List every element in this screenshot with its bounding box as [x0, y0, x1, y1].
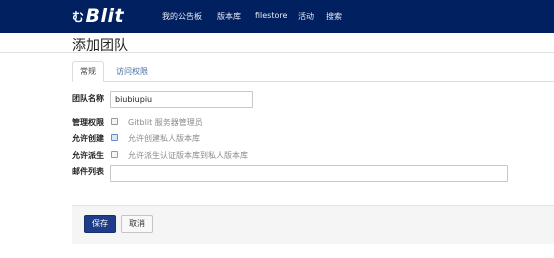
nav-item-repositories[interactable]: 版本库: [217, 11, 241, 22]
allow-fork-checkbox-text: 允许派生认证版本库到私人版本库: [128, 151, 248, 160]
admin-checkbox-text: Gitblit 服务器管理员: [128, 118, 203, 127]
admin-checkbox[interactable]: [111, 118, 118, 125]
logo-prefix: む: [72, 10, 85, 24]
nav-item-search[interactable]: 搜索: [326, 11, 342, 22]
gitblit-logo[interactable]: むBlit: [72, 5, 124, 27]
admin-label: 管理权限: [72, 118, 104, 127]
allow-create-label: 允许创建: [72, 134, 104, 143]
allow-create-checkbox-text: 允许创建私人版本库: [128, 134, 200, 143]
logo-text: Blit: [85, 5, 125, 27]
tab-access-permissions[interactable]: 访问权限: [106, 62, 158, 82]
nav-item-filestore[interactable]: filestore: [255, 11, 287, 20]
nav-item-dashboard[interactable]: 我的公告板: [162, 11, 202, 22]
allow-create-checkbox[interactable]: [111, 134, 118, 141]
cancel-button[interactable]: 取消: [121, 215, 153, 233]
team-name-input[interactable]: biubiupiu: [110, 91, 253, 108]
mailing-list-input[interactable]: [110, 165, 508, 182]
mailing-list-label: 邮件列表: [72, 167, 104, 176]
team-name-label: 团队名称: [72, 94, 104, 103]
allow-fork-checkbox[interactable]: [111, 151, 118, 158]
allow-fork-label: 允许派生: [72, 151, 104, 160]
tab-general[interactable]: 常规: [72, 61, 104, 82]
save-button[interactable]: 保存: [84, 215, 116, 233]
nav-item-activity[interactable]: 活动: [298, 11, 314, 22]
title-divider: [0, 52, 554, 53]
top-navbar: むBlit 我的公告板 版本库 filestore 活动 搜索: [0, 0, 554, 33]
